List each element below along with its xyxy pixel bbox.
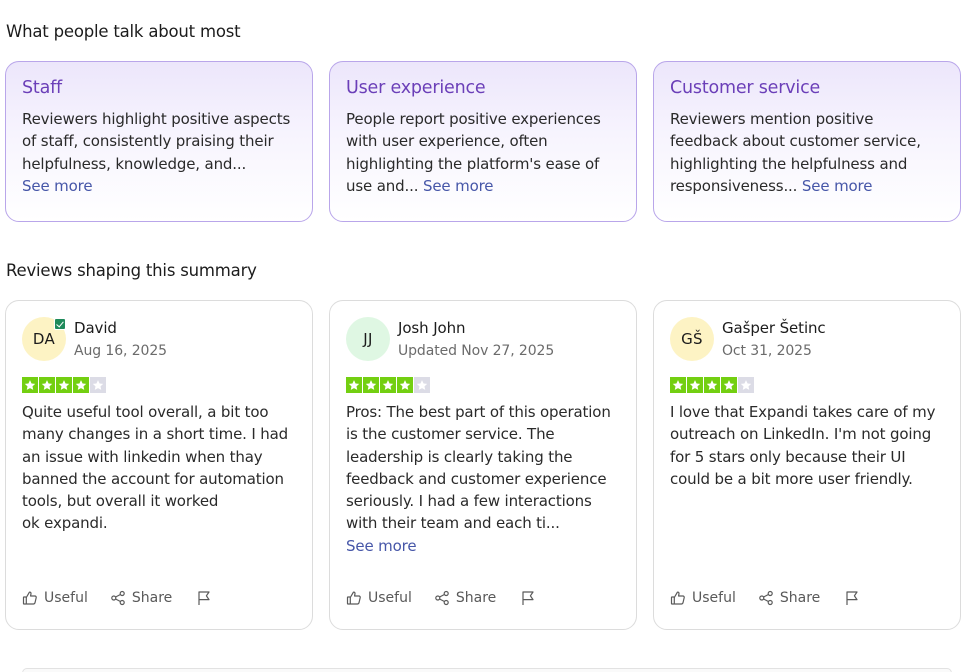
avatar-initials: GŠ: [681, 330, 703, 348]
review-header: JJ Josh John Updated Nov 27, 2025: [346, 317, 620, 367]
review-date: Updated Nov 27, 2025: [398, 343, 555, 359]
review-text-line: could be a bit more user friendly.: [670, 469, 913, 488]
share-button[interactable]: Share: [434, 590, 496, 606]
topics-section-title: What people talk about most: [6, 22, 241, 41]
useful-button[interactable]: Useful: [670, 590, 736, 606]
star-icon: [670, 377, 686, 393]
review-card: GŠ Gašper Šetinc Oct 31, 2025 I love that E…: [653, 300, 961, 630]
avatar-initials: JJ: [363, 330, 373, 348]
verified-check-icon: [54, 318, 66, 330]
star-icon: [22, 377, 38, 393]
star-icon: [73, 377, 89, 393]
thumbs-up-icon: [22, 590, 38, 606]
topic-title: Staff: [22, 78, 63, 98]
review-text-line: with their team and each ti...: [346, 514, 560, 533]
star-icon: [39, 377, 55, 393]
review-text-line: for 5 stars only because their UI: [670, 447, 906, 466]
review-date: Aug 16, 2025: [74, 343, 167, 359]
see-more-link[interactable]: See more: [22, 177, 93, 195]
review-text-line: many changes in a short time. I had: [22, 425, 289, 444]
review-text-line: outreach on LinkedIn. I'm not going: [670, 425, 932, 444]
avatar[interactable]: DA: [22, 317, 66, 361]
review-text-line: feedback and customer experience: [346, 469, 607, 488]
reviews-section-title: Reviews shaping this summary: [6, 261, 257, 280]
review-text-line: Pros: The best part of this operation: [346, 403, 611, 421]
review-text: Quite useful tool overall, a bit too many…: [22, 401, 296, 535]
useful-label: Useful: [692, 590, 736, 606]
useful-button[interactable]: Useful: [22, 590, 88, 606]
reviewer-name[interactable]: David: [74, 318, 167, 338]
next-section-edge: [22, 668, 952, 672]
star-icon: [738, 377, 754, 393]
review-text-line: an issue with linkedin when thay: [22, 447, 263, 466]
star-rating: [346, 377, 620, 393]
review-text-line: I love that Expandi takes care of my: [670, 403, 936, 421]
avatar-initials: DA: [32, 330, 56, 348]
share-icon: [434, 590, 450, 606]
star-icon: [721, 377, 737, 393]
useful-label: Useful: [44, 590, 88, 606]
share-icon: [758, 590, 774, 606]
star-rating: [670, 377, 944, 393]
review-text-line: tools, but overall it worked: [22, 492, 219, 511]
see-more-link[interactable]: See more: [346, 535, 620, 557]
report-button[interactable]: [844, 590, 860, 606]
topic-card-customer-service: Customer service Reviewers mention posit…: [653, 61, 961, 222]
thumbs-up-icon: [346, 590, 362, 606]
report-button[interactable]: [520, 590, 536, 606]
flag-icon: [520, 590, 536, 606]
review-actions: Useful Share: [346, 590, 536, 606]
review-header: DA David Aug 16, 2025: [22, 317, 296, 367]
useful-label: Useful: [368, 590, 412, 606]
reviewer-name[interactable]: Gašper Šetinc: [722, 318, 826, 338]
avatar[interactable]: GŠ: [670, 317, 714, 361]
flag-icon: [844, 590, 860, 606]
review-text-line: is the customer service. The: [346, 425, 555, 444]
topic-card-user-experience: User experience People report positive e…: [329, 61, 637, 222]
thumbs-up-icon: [670, 590, 686, 606]
star-icon: [704, 377, 720, 393]
topic-title: Customer service: [670, 78, 821, 98]
review-date: Oct 31, 2025: [722, 343, 812, 359]
useful-button[interactable]: Useful: [346, 590, 412, 606]
review-actions: Useful Share: [670, 590, 860, 606]
review-text-line: ok expandi.: [22, 514, 108, 533]
star-icon: [90, 377, 106, 393]
star-icon: [687, 377, 703, 393]
topic-text: People report positive experiences with …: [346, 110, 601, 195]
review-actions: Useful Share: [22, 590, 212, 606]
topic-title: User experience: [346, 78, 486, 98]
avatar[interactable]: JJ: [346, 317, 390, 361]
star-icon: [414, 377, 430, 393]
star-rating: [22, 377, 296, 393]
flag-icon: [196, 590, 212, 606]
review-header: GŠ Gašper Šetinc Oct 31, 2025: [670, 317, 944, 367]
reviewer-name[interactable]: Josh John: [398, 318, 554, 338]
review-card: JJ Josh John Updated Nov 27, 2025 Pros: The…: [329, 300, 637, 630]
share-button[interactable]: Share: [110, 590, 172, 606]
star-icon: [397, 377, 413, 393]
see-more-link[interactable]: See more: [802, 177, 873, 195]
topic-text: Reviewers mention positive feedback abou…: [670, 110, 921, 195]
star-icon: [56, 377, 72, 393]
review-text-line: Quite useful tool overall, a bit too: [22, 403, 269, 421]
review-text-line: banned the account for automation: [22, 469, 284, 488]
star-icon: [380, 377, 396, 393]
topic-text: Reviewers highlight positive aspects of …: [22, 110, 291, 195]
share-label: Share: [779, 590, 821, 606]
see-more-link[interactable]: See more: [423, 177, 494, 195]
review-text: I love that Expandi takes care of my outr…: [670, 401, 944, 490]
share-button[interactable]: Share: [758, 590, 820, 606]
report-button[interactable]: [196, 590, 212, 606]
topic-card-staff: Staff Reviewers highlight positive aspec…: [5, 61, 313, 222]
share-icon: [110, 590, 126, 606]
share-label: Share: [131, 590, 173, 606]
star-icon: [346, 377, 362, 393]
review-text-line: leadership is clearly taking the: [346, 447, 573, 466]
review-card: DA David Aug 16, 2025 Quite useful tool ove…: [5, 300, 313, 630]
share-label: Share: [455, 590, 497, 606]
star-icon: [363, 377, 379, 393]
review-text: Pros: The best part of this operation is …: [346, 401, 620, 557]
review-text-line: seriously. I had a few interactions: [346, 492, 592, 511]
